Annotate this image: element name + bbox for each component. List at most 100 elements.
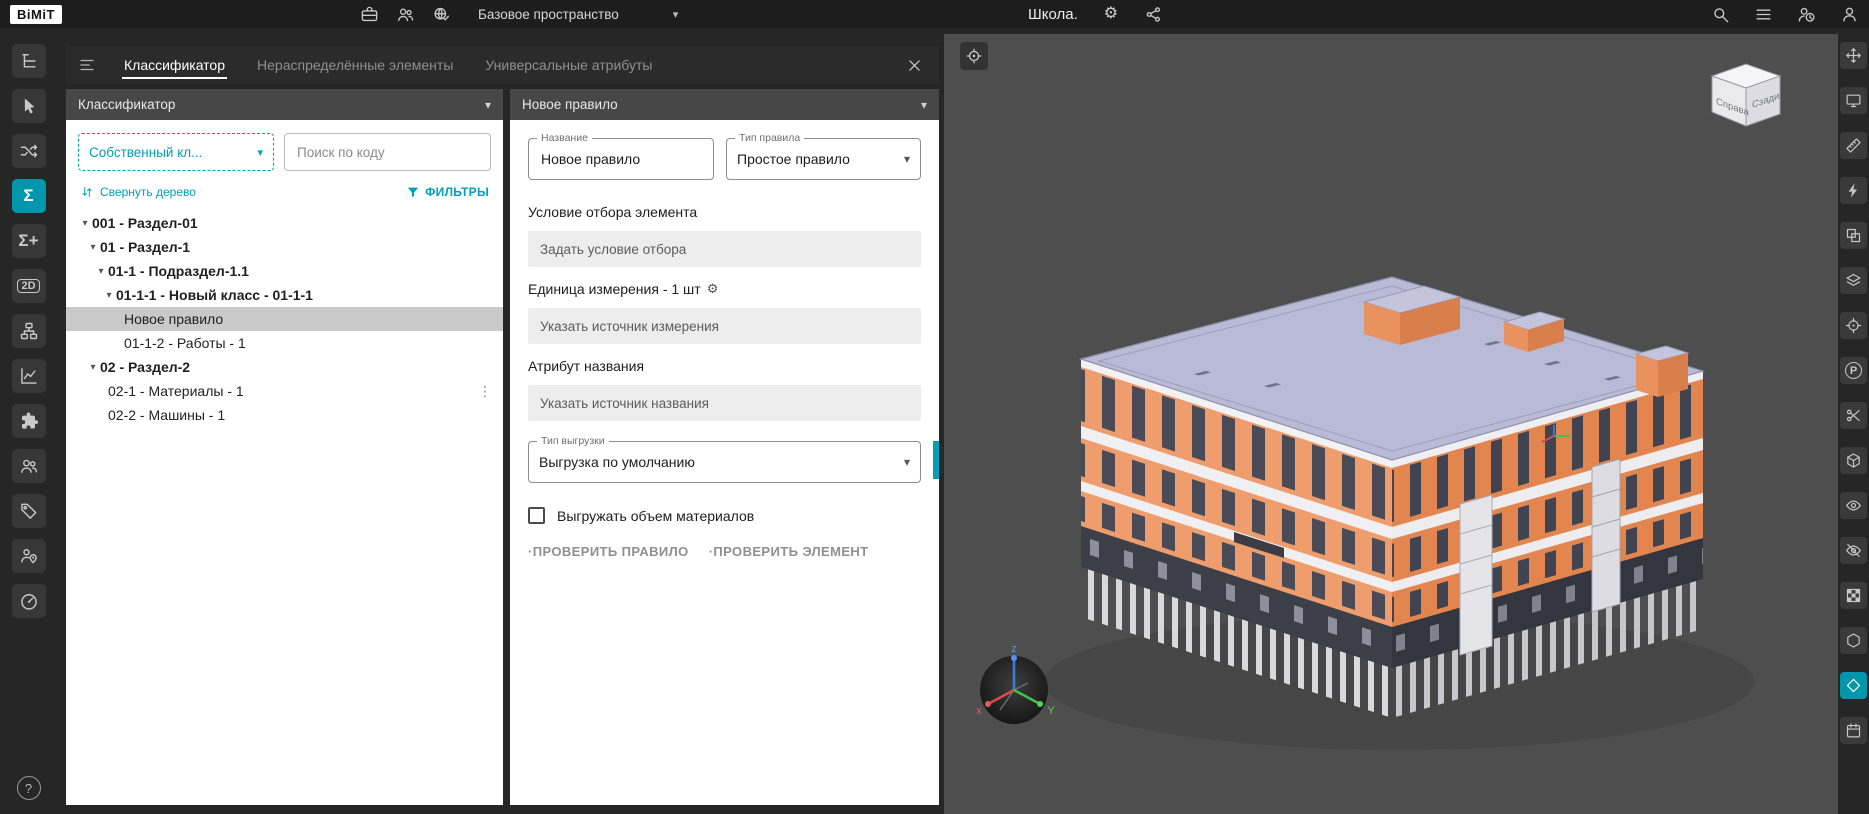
rule-name-field[interactable]: Название — [528, 138, 714, 180]
tab-classifier[interactable]: Классификатор — [108, 46, 241, 84]
rule-type-select[interactable]: Тип правила Простое правило ▾ — [726, 138, 921, 180]
box-isolate-icon[interactable] — [1840, 627, 1867, 654]
rule-name-input[interactable] — [539, 150, 703, 168]
screen-icon[interactable] — [1840, 87, 1867, 114]
caret-icon[interactable]: ▾ — [94, 266, 108, 277]
tab-unassigned-elements[interactable]: Нераспределённые элементы — [241, 46, 469, 84]
workspace-select[interactable]: Базовое пространство ▾ — [478, 7, 678, 22]
share-icon[interactable] — [1144, 5, 1163, 24]
classifier-tree-panel: Классификатор ▾ Собственный кл... ▾ С — [66, 89, 503, 805]
app-window: BiMiT Базовое пространство ▾ Школа. ⚙ Σ — [0, 0, 1869, 814]
tree-node-02-1[interactable]: 02-1 - Материалы - 1⋮ — [66, 379, 503, 403]
plugins-icon[interactable] — [12, 404, 46, 438]
tree-node-01[interactable]: ▾01 - Раздел-1 — [66, 235, 503, 259]
section-box-icon[interactable] — [1840, 222, 1867, 249]
section-cut-icon[interactable] — [1840, 402, 1867, 429]
caret-icon[interactable]: ▾ — [102, 290, 116, 301]
lightning-icon[interactable] — [1840, 177, 1867, 204]
gizmo-z-label: z — [1011, 643, 1017, 655]
left-toolbar: Σ Σ+ 2D ? — [0, 28, 57, 814]
settings-gear-icon[interactable]: ⚙ — [1104, 6, 1118, 22]
classifier-type-select[interactable]: Собственный кл... ▾ — [78, 133, 274, 171]
unit-section-label: Единица измерения - 1 шт ⚙ — [528, 281, 921, 297]
app-logo: BiMiT — [10, 5, 62, 24]
structure-icon[interactable] — [12, 314, 46, 348]
tree-node-02[interactable]: ▾02 - Раздел-2 — [66, 355, 503, 379]
pan-icon[interactable] — [1840, 42, 1867, 69]
plane-p-icon[interactable]: P — [1840, 357, 1867, 384]
materials-volume-checkbox[interactable] — [528, 507, 545, 524]
workspace-label: Базовое пространство — [478, 7, 619, 22]
collapse-tree-link[interactable]: Свернуть дерево — [80, 185, 196, 199]
check-element-button[interactable]: ·ПРОВЕРИТЬ ЭЛЕМЕНТ — [709, 544, 869, 559]
focus-model-button[interactable] — [960, 42, 988, 70]
relations-icon[interactable] — [12, 134, 46, 168]
section-plane-icon[interactable] — [1840, 447, 1867, 474]
users-rail-icon[interactable] — [12, 449, 46, 483]
select-cursor-icon[interactable] — [12, 89, 46, 123]
tree-node-new-rule[interactable]: Новое правило — [66, 307, 503, 331]
ruler-icon[interactable] — [1840, 132, 1867, 159]
tree-node-01-1-2[interactable]: 01-1-2 - Работы - 1 — [66, 331, 503, 355]
tree-node-01-1-1[interactable]: ▾01-1-1 - Новый класс - 01-1-1 — [66, 283, 503, 307]
account-icon[interactable] — [1840, 5, 1859, 24]
charts-icon[interactable] — [12, 359, 46, 393]
estimate-sigma-add-icon[interactable]: Σ+ — [12, 224, 46, 258]
tab-universal-attributes[interactable]: Универсальные атрибуты — [469, 46, 668, 84]
help-button[interactable]: ? — [17, 776, 41, 800]
navigation-gizmo[interactable]: z x Y — [966, 642, 1062, 738]
tree-node-01-1[interactable]: ▾01-1 - Подраздел-1.1 — [66, 259, 503, 283]
condition-field[interactable]: Задать условие отбора — [528, 231, 921, 267]
caret-icon[interactable]: ▾ — [86, 362, 100, 373]
search-icon[interactable] — [1711, 5, 1730, 24]
drawings-2d-icon[interactable]: 2D — [12, 269, 46, 303]
row-menu-icon[interactable]: ⋮ — [478, 383, 493, 400]
transparency-icon[interactable] — [1840, 582, 1867, 609]
users-icon[interactable] — [396, 5, 415, 24]
filters-link[interactable]: ФИЛЬТРЫ — [406, 185, 489, 199]
panel-scrollbar-thumb[interactable] — [933, 441, 939, 479]
session-check-icon[interactable] — [432, 5, 451, 24]
unit-source-field[interactable]: Указать источник измерения — [528, 308, 921, 344]
panel-tab-bar: Классификатор Нераспределённые элементы … — [66, 46, 939, 84]
topbar-right-group — [1711, 0, 1859, 28]
tree-node-001[interactable]: ▾001 - Раздел-01 — [66, 211, 503, 235]
name-source-field[interactable]: Указать источник названия — [528, 385, 921, 421]
user-history-icon[interactable] — [1797, 5, 1816, 24]
unit-settings-icon[interactable]: ⚙ — [707, 281, 719, 297]
estimate-sigma-icon[interactable]: Σ — [12, 179, 46, 213]
team-location-icon[interactable] — [12, 539, 46, 573]
menu-icon[interactable] — [1754, 5, 1773, 24]
3d-viewport[interactable]: Справа Сзади z x Y — [944, 34, 1838, 814]
close-panel-icon[interactable] — [906, 57, 923, 74]
focus-target-icon[interactable] — [1840, 312, 1867, 339]
chevron-down-icon: ▾ — [904, 455, 910, 469]
briefcase-icon[interactable] — [360, 5, 379, 24]
filter-icon — [406, 185, 420, 199]
name-attribute-section-label: Атрибут названия — [528, 358, 921, 374]
tree-node-02-2[interactable]: 02-2 - Машины - 1 — [66, 403, 503, 427]
view-cube[interactable]: Справа Сзади — [1700, 56, 1792, 132]
layers-icon[interactable] — [1840, 267, 1867, 294]
visibility-icon[interactable] — [1840, 492, 1867, 519]
check-rule-button[interactable]: ·ПРОВЕРИТЬ ПРАВИЛО — [528, 544, 689, 559]
tags-icon[interactable] — [12, 494, 46, 528]
code-search-field[interactable] — [284, 133, 491, 171]
model-tree-icon[interactable] — [12, 44, 46, 78]
selection-diamond-icon[interactable] — [1840, 672, 1867, 699]
export-type-select[interactable]: Тип выгрузки Выгрузка по умолчанию ▾ — [528, 441, 921, 483]
chevron-down-icon: ▾ — [257, 146, 263, 159]
dashboard-icon[interactable] — [12, 584, 46, 618]
caret-icon[interactable]: ▾ — [78, 218, 92, 229]
hide-icon[interactable] — [1840, 537, 1867, 564]
tree-panel-header[interactable]: Классификатор ▾ — [66, 89, 503, 120]
calendar-icon[interactable] — [1840, 717, 1867, 744]
chevron-down-icon: ▾ — [921, 98, 927, 112]
rule-panel-header[interactable]: Новое правило ▾ — [510, 89, 939, 120]
code-search-input[interactable] — [295, 144, 480, 161]
caret-icon[interactable]: ▾ — [86, 242, 100, 253]
chevron-down-icon: ▾ — [673, 8, 679, 21]
rule-actions: ·ПРОВЕРИТЬ ПРАВИЛО ·ПРОВЕРИТЬ ЭЛЕМЕНТ — [528, 544, 921, 559]
gizmo-x-label: x — [976, 705, 982, 717]
panel-menu-icon[interactable] — [78, 56, 96, 74]
